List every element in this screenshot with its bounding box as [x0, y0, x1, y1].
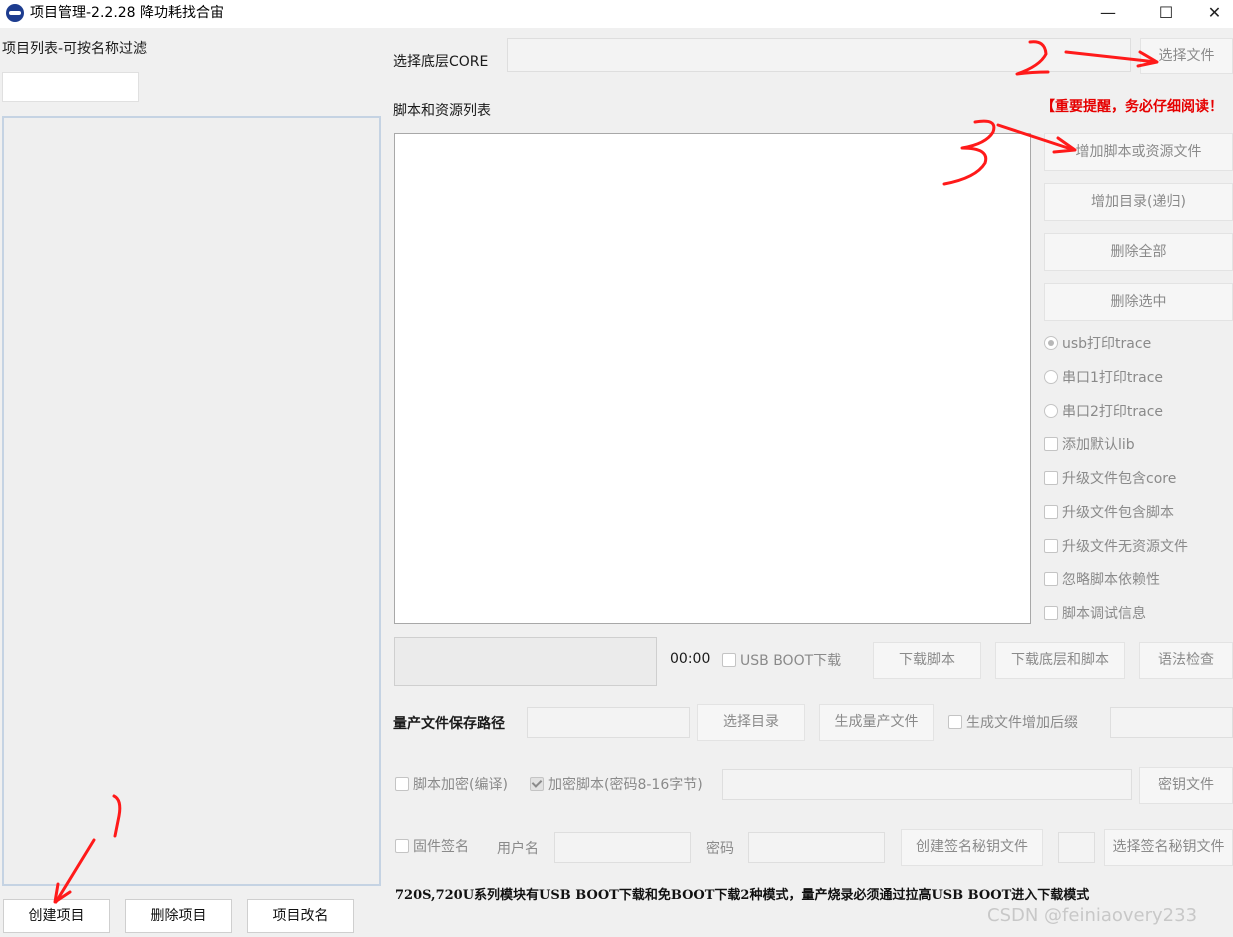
annotation-arrow-1 [54, 838, 96, 904]
annotation-overlay [53, 40, 1159, 904]
annotation-3 [942, 119, 996, 186]
annotation-1 [112, 794, 122, 838]
annotation-2 [1015, 40, 1050, 76]
annotation-arrow-3 [996, 123, 1076, 152]
